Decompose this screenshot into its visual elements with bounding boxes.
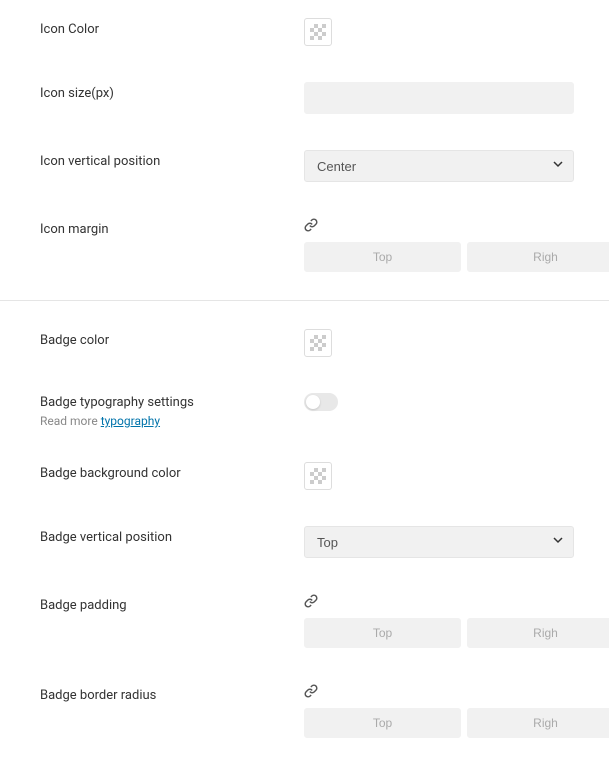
badge-color-row: Badge color	[0, 311, 609, 375]
badge-padding-label: Badge padding	[40, 598, 304, 613]
badge-padding-row: Badge padding px	[0, 576, 609, 666]
badge-background-color-swatch[interactable]	[304, 462, 332, 490]
typography-link[interactable]: typography	[101, 414, 160, 428]
badge-border-radius-row: Badge border radius px%	[0, 666, 609, 756]
control-col: Top	[304, 526, 574, 558]
label-col: Badge background color	[40, 462, 304, 481]
control-col: px	[304, 218, 609, 272]
control-col: px%	[304, 684, 609, 738]
label-col: Badge color	[40, 329, 304, 348]
icon-vertical-position-select[interactable]: Center	[304, 150, 574, 182]
label-col: Icon size(px)	[40, 82, 304, 101]
badge-vertical-position-row: Badge vertical position Top	[0, 508, 609, 576]
spacing-header: px	[304, 594, 609, 612]
link-icon[interactable]	[304, 594, 318, 612]
label-col: Icon margin	[40, 218, 304, 237]
margin-right-input[interactable]	[467, 242, 609, 272]
control-col: Center	[304, 150, 574, 182]
badge-vertical-position-select[interactable]: Top	[304, 526, 574, 558]
icon-color-row: Icon Color	[0, 0, 609, 64]
badge-color-label: Badge color	[40, 333, 304, 348]
badge-border-radius-label: Badge border radius	[40, 688, 304, 703]
icon-margin-label: Icon margin	[40, 222, 304, 237]
badge-typography-sublabel: Read more typography	[40, 414, 304, 428]
spacing-inputs	[304, 618, 609, 648]
label-col: Icon Color	[40, 18, 304, 37]
spacing-header: px%	[304, 684, 609, 702]
section-divider	[0, 300, 609, 301]
icon-section: Icon Color Icon size(px) Icon vertical p…	[0, 0, 609, 290]
icon-color-swatch[interactable]	[304, 18, 332, 46]
link-icon[interactable]	[304, 218, 318, 236]
transparent-icon	[310, 468, 326, 484]
spacing-inputs	[304, 708, 609, 738]
control-col	[304, 82, 574, 114]
padding-right-input[interactable]	[467, 618, 609, 648]
link-icon[interactable]	[304, 684, 318, 702]
select-wrap: Center	[304, 150, 574, 182]
transparent-icon	[310, 24, 326, 40]
icon-size-label: Icon size(px)	[40, 86, 304, 101]
badge-background-color-row: Badge background color	[0, 444, 609, 508]
margin-top-input[interactable]	[304, 242, 461, 272]
badge-typography-toggle[interactable]	[304, 393, 338, 411]
icon-vertical-position-label: Icon vertical position	[40, 154, 304, 169]
icon-margin-row: Icon margin px	[0, 200, 609, 290]
toggle-knob	[306, 395, 320, 409]
label-col: Badge vertical position	[40, 526, 304, 545]
control-col	[304, 18, 574, 46]
spacing-inputs	[304, 242, 609, 272]
label-col: Badge typography settings Read more typo…	[40, 391, 304, 428]
label-col: Icon vertical position	[40, 150, 304, 169]
padding-top-input[interactable]	[304, 618, 461, 648]
control-col: px	[304, 594, 609, 648]
icon-vertical-position-row: Icon vertical position Center	[0, 132, 609, 200]
icon-color-label: Icon Color	[40, 22, 304, 37]
radius-right-input[interactable]	[467, 708, 609, 738]
control-col	[304, 391, 574, 411]
badge-typography-row: Badge typography settings Read more typo…	[0, 375, 609, 444]
icon-size-row: Icon size(px)	[0, 64, 609, 132]
badge-color-swatch[interactable]	[304, 329, 332, 357]
icon-size-input[interactable]	[304, 82, 574, 114]
badge-vertical-position-label: Badge vertical position	[40, 530, 304, 545]
badge-typography-label: Badge typography settings	[40, 395, 304, 410]
label-col: Badge border radius	[40, 684, 304, 703]
transparent-icon	[310, 335, 326, 351]
badge-background-color-label: Badge background color	[40, 466, 304, 481]
sub-prefix: Read more	[40, 414, 101, 428]
select-wrap: Top	[304, 526, 574, 558]
radius-top-input[interactable]	[304, 708, 461, 738]
control-col	[304, 329, 574, 357]
label-col: Badge padding	[40, 594, 304, 613]
spacing-header: px	[304, 218, 609, 236]
badge-section: Badge color Badge typography settings Re…	[0, 311, 609, 756]
control-col	[304, 462, 574, 490]
